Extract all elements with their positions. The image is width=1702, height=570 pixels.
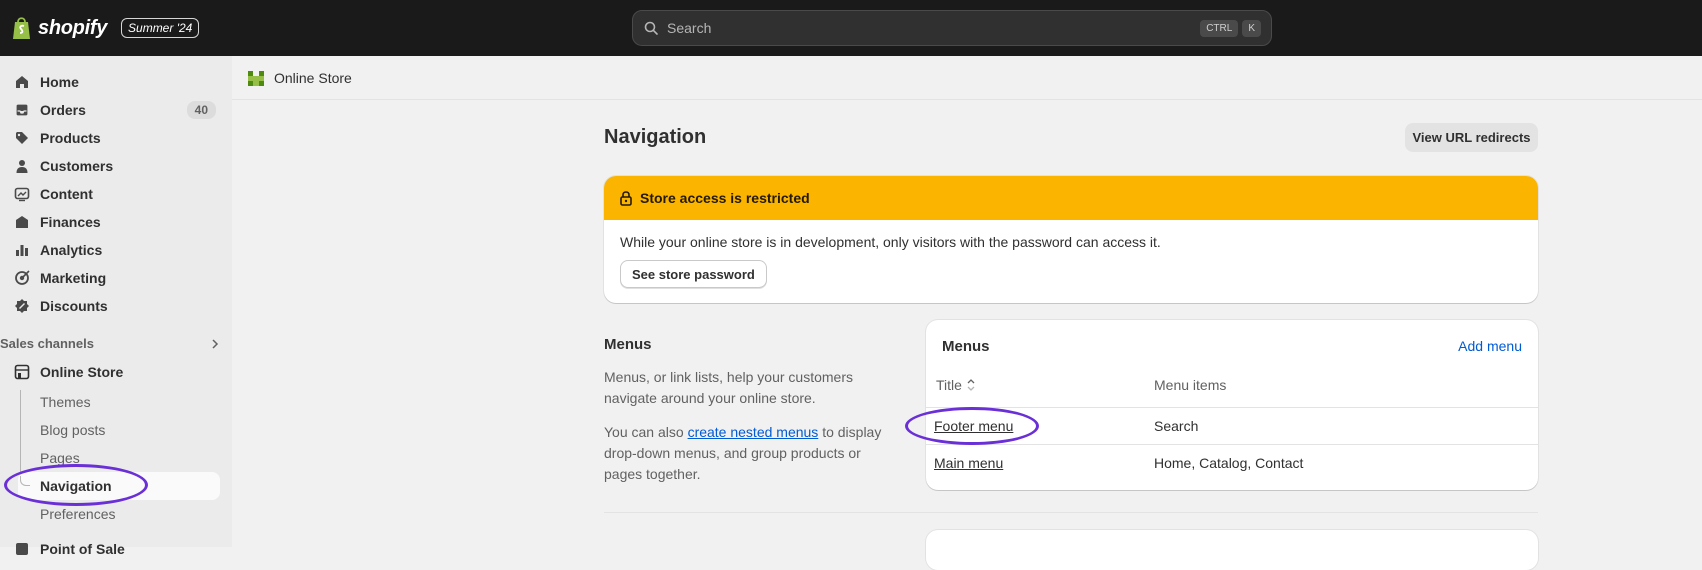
sidebar-item-label: Home: [40, 74, 79, 90]
sidebar-item-finances[interactable]: Finances: [10, 209, 220, 235]
edition-badge[interactable]: Summer '24: [121, 18, 200, 38]
sidebar-item-label: Analytics: [40, 242, 103, 258]
sidebar-item-content[interactable]: Content: [10, 181, 220, 207]
sidebar-item-label: Point of Sale: [40, 541, 125, 557]
create-nested-menus-link[interactable]: create nested menus: [688, 424, 819, 440]
search-placeholder: Search: [667, 20, 712, 36]
bank-icon: [16, 216, 28, 228]
sidebar-item-products[interactable]: Products: [10, 125, 220, 151]
annotation-circle-footer-menu: [905, 407, 1039, 445]
chevron-right-icon[interactable]: [210, 338, 220, 350]
sort-icon[interactable]: [966, 378, 976, 392]
main-menu-link[interactable]: Main menu: [934, 455, 1003, 471]
nested-text-before: You can also: [604, 424, 688, 440]
see-store-password-button[interactable]: See store password: [620, 260, 767, 288]
sidebar-item-orders[interactable]: Orders 40: [10, 97, 220, 123]
banner-message: While your online store is in developmen…: [620, 234, 1161, 250]
breadcrumb: Online Store: [232, 56, 1702, 100]
sidebar-item-label: Marketing: [40, 270, 107, 286]
page-title: Navigation: [604, 126, 707, 148]
sidebar-item-marketing[interactable]: Marketing: [10, 265, 220, 291]
banner-body: While your online store is in developmen…: [604, 220, 1538, 302]
menus-card: Menus Add menu Title Menu items Footer m…: [926, 320, 1538, 490]
annotation-circle-navigation: [4, 464, 148, 506]
column-header-title[interactable]: Title: [936, 377, 976, 393]
sidebar-subitem-themes[interactable]: Themes: [40, 394, 91, 410]
sidebar-item-label: Finances: [40, 214, 101, 230]
point-of-sale-icon: [16, 543, 28, 555]
shopify-logo[interactable]: shopify Summer '24: [12, 15, 200, 41]
lock-icon: [620, 191, 632, 206]
menus-description-text: Menus, or link lists, help your customer…: [604, 369, 853, 406]
sidebar-item-label: Online Store: [40, 364, 124, 380]
banner-header: Store access is restricted: [604, 176, 1538, 220]
image-icon: [14, 187, 30, 202]
column-header-menu-items: Menu items: [1154, 377, 1227, 393]
store-icon: [14, 364, 30, 380]
section-divider: [604, 512, 1538, 513]
table-cell-menu-items: Home, Catalog, Contact: [1154, 455, 1304, 471]
breadcrumb-label[interactable]: Online Store: [274, 70, 352, 86]
sales-channels-heading[interactable]: Sales channels: [0, 336, 220, 351]
tag-icon: [16, 132, 28, 144]
search-icon: [644, 21, 658, 35]
inbox-icon: [15, 103, 29, 117]
sidebar-item-label: Orders: [40, 102, 86, 118]
home-icon: [16, 76, 28, 88]
sidebar-item-discounts[interactable]: Discounts: [10, 293, 220, 319]
brand-name: shopify: [38, 16, 108, 39]
sidebar-item-home[interactable]: Home: [10, 69, 220, 95]
sidebar-subitem-preferences[interactable]: Preferences: [40, 506, 115, 522]
menus-heading: Menus: [604, 336, 652, 353]
sidebar-item-label: Discounts: [40, 298, 108, 314]
view-url-redirects-button[interactable]: View URL redirects: [1405, 123, 1538, 152]
sidebar-subitem-blog-posts[interactable]: Blog posts: [40, 422, 105, 438]
table-cell-menu-items: Search: [1154, 418, 1199, 434]
sidebar-item-label: Content: [40, 186, 93, 202]
nested-menus-text: You can also create nested menus to disp…: [604, 422, 894, 485]
top-bar: shopify Summer '24 Search CTRL K: [0, 0, 1702, 56]
sidebar-item-point-of-sale[interactable]: Point of Sale: [10, 536, 220, 562]
discount-icon: [15, 299, 29, 313]
online-store-icon: [248, 70, 264, 86]
table-divider: [926, 407, 1538, 408]
sidebar-item-label: Customers: [40, 158, 114, 174]
orders-count-badge: 40: [186, 101, 216, 119]
shortcut-key-ctrl: CTRL: [1200, 19, 1239, 37]
search-input[interactable]: Search CTRL K: [632, 10, 1272, 46]
shopify-bag-icon: [13, 17, 30, 39]
table-divider: [926, 444, 1538, 445]
menus-description: Menus Menus, or link lists, help your cu…: [604, 336, 894, 485]
sidebar-item-label: Products: [40, 130, 101, 146]
bar-chart-icon: [16, 245, 28, 256]
sidebar-item-analytics[interactable]: Analytics: [10, 237, 220, 263]
column-header-label: Title: [936, 377, 962, 393]
next-section-card: [926, 530, 1538, 570]
add-menu-button[interactable]: Add menu: [1458, 338, 1522, 354]
shortcut-key-k: K: [1242, 19, 1261, 37]
banner-title: Store access is restricted: [640, 190, 810, 206]
person-icon: [16, 160, 28, 173]
menus-card-title: Menus: [942, 338, 990, 355]
sidebar-item-customers[interactable]: Customers: [10, 153, 220, 179]
sales-channels-label: Sales channels: [0, 336, 94, 351]
store-restricted-banner: Store access is restricted While your on…: [604, 176, 1538, 303]
target-icon: [15, 270, 30, 285]
sidebar-item-online-store[interactable]: Online Store: [10, 359, 220, 385]
